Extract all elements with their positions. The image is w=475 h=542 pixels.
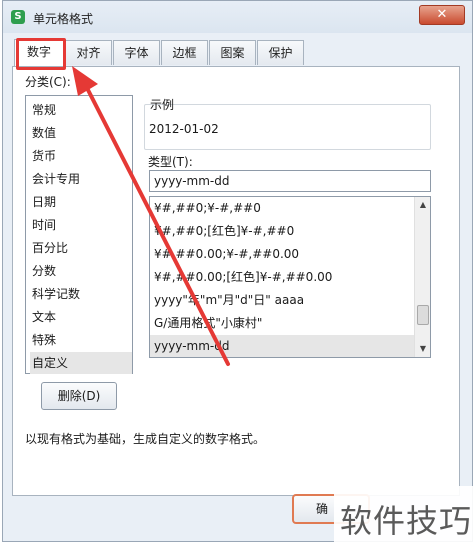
tab-protection[interactable]: 保护 (257, 40, 304, 65)
custom-format-description: 以现有格式为基础，生成自定义的数字格式。 (25, 432, 266, 446)
scroll-up-arrow-icon[interactable]: ▲ (417, 199, 429, 211)
category-item-text[interactable]: 文本 (30, 306, 132, 328)
category-label: 分类(C): (25, 75, 71, 89)
format-item-selected[interactable]: yyyy-mm-dd (150, 335, 414, 357)
category-item-percentage[interactable]: 百分比 (30, 237, 132, 259)
tab-number[interactable]: 数字 (14, 39, 64, 66)
wps-app-icon: S (11, 10, 25, 24)
category-item-number[interactable]: 数值 (30, 122, 132, 144)
type-input[interactable]: yyyy-mm-dd (149, 170, 431, 192)
tab-alignment[interactable]: 对齐 (65, 40, 112, 65)
category-item-accounting[interactable]: 会计专用 (30, 168, 132, 190)
tab-border[interactable]: 边框 (161, 40, 208, 65)
format-item[interactable]: ¥#,##0.00;[红色]¥-#,##0.00 (150, 266, 414, 289)
tab-pattern[interactable]: 图案 (209, 40, 256, 65)
preview-value: 2012-01-02 (149, 122, 219, 136)
category-list[interactable]: 常规 数值 货币 会计专用 日期 时间 百分比 分数 科学记数 文本 特殊 自定… (25, 95, 133, 374)
scroll-thumb[interactable] (417, 305, 429, 325)
category-item-currency[interactable]: 货币 (30, 145, 132, 167)
format-item[interactable]: ¥#,##0;¥-#,##0 (150, 197, 414, 220)
delete-button[interactable]: 删除(D) (41, 382, 117, 410)
tab-font[interactable]: 字体 (113, 40, 160, 65)
category-item-fraction[interactable]: 分数 (30, 260, 132, 282)
category-item-custom[interactable]: 自定义 (30, 352, 132, 374)
format-item[interactable]: G/通用格式"小康村" (150, 312, 414, 335)
dialog-title: 单元格格式 (33, 12, 94, 26)
watermark: 软件技巧 (334, 486, 475, 542)
category-item-general[interactable]: 常规 (30, 99, 132, 121)
format-item[interactable]: ¥#,##0.00;¥-#,##0.00 (150, 243, 414, 266)
category-item-special[interactable]: 特殊 (30, 329, 132, 351)
type-label: 类型(T): (148, 155, 193, 169)
format-code-list[interactable]: ¥#,##0;¥-#,##0 ¥#,##0;[红色]¥-#,##0 ¥#,##0… (149, 196, 431, 358)
category-item-time[interactable]: 时间 (30, 214, 132, 236)
format-list-scrollbar[interactable]: ▲ ▼ (414, 197, 430, 357)
format-item[interactable]: ¥#,##0;[红色]¥-#,##0 (150, 220, 414, 243)
scroll-down-arrow-icon[interactable]: ▼ (417, 343, 429, 355)
watermark-text: 软件技巧 (340, 502, 473, 540)
close-button[interactable]: ✕ (419, 5, 465, 25)
category-item-scientific[interactable]: 科学记数 (30, 283, 132, 305)
preview-label: 示例 (150, 98, 175, 112)
category-item-date[interactable]: 日期 (30, 191, 132, 213)
title-bar[interactable]: S 单元格格式 ✕ (3, 1, 472, 33)
format-item[interactable]: yyyy"年"m"月"d"日" aaaa (150, 289, 414, 312)
